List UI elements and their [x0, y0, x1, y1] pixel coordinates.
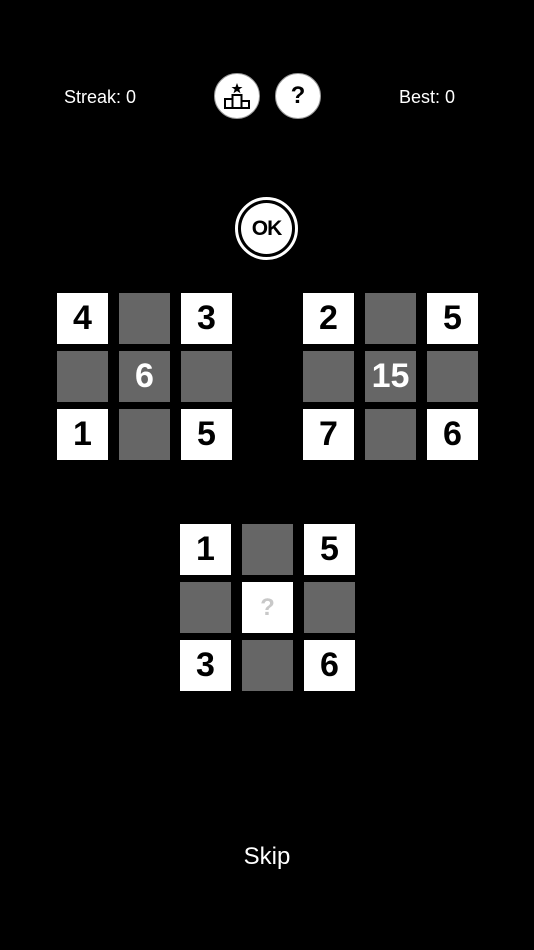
- tile-top-left: 2: [303, 293, 354, 344]
- tile-blank: [365, 293, 416, 344]
- tile-blank: [304, 582, 355, 633]
- ok-button[interactable]: OK: [235, 197, 298, 260]
- tile-blank: [365, 409, 416, 460]
- podium-icon: [224, 83, 250, 109]
- help-button[interactable]: ?: [275, 73, 321, 119]
- best-score: Best: 0: [399, 87, 456, 107]
- tile-blank: [119, 409, 170, 460]
- ok-label: OK: [241, 203, 292, 254]
- tile-blank: [427, 351, 478, 402]
- tile-bottom-right: 5: [181, 409, 232, 460]
- tile-center: 15: [365, 351, 416, 402]
- streak-counter: Streak: 0: [64, 87, 137, 107]
- tile-top-right: 5: [304, 524, 355, 575]
- tile-blank: [242, 524, 293, 575]
- puzzle-grid: 1 5 ? 3 6: [180, 524, 355, 691]
- tile-top-right: 3: [181, 293, 232, 344]
- tile-blank: [180, 582, 231, 633]
- tile-top-right: 5: [427, 293, 478, 344]
- tile-blank: [119, 293, 170, 344]
- leaderboard-button[interactable]: [214, 73, 260, 119]
- example-grid-right: 2 5 15 7 6: [303, 293, 478, 460]
- tile-top-left: 4: [57, 293, 108, 344]
- tile-blank: [242, 640, 293, 691]
- tile-blank: [57, 351, 108, 402]
- skip-button[interactable]: Skip: [0, 843, 534, 871]
- tile-blank: [303, 351, 354, 402]
- tile-bottom-left: 1: [57, 409, 108, 460]
- tile-bottom-left: 3: [180, 640, 231, 691]
- answer-tile[interactable]: ?: [242, 582, 293, 633]
- tile-bottom-right: 6: [427, 409, 478, 460]
- tile-bottom-left: 7: [303, 409, 354, 460]
- help-label: ?: [290, 82, 306, 109]
- tile-blank: [181, 351, 232, 402]
- example-grid-left: 4 3 6 1 5: [57, 293, 232, 460]
- tile-bottom-right: 6: [304, 640, 355, 691]
- tile-top-left: 1: [180, 524, 231, 575]
- tile-center: 6: [119, 351, 170, 402]
